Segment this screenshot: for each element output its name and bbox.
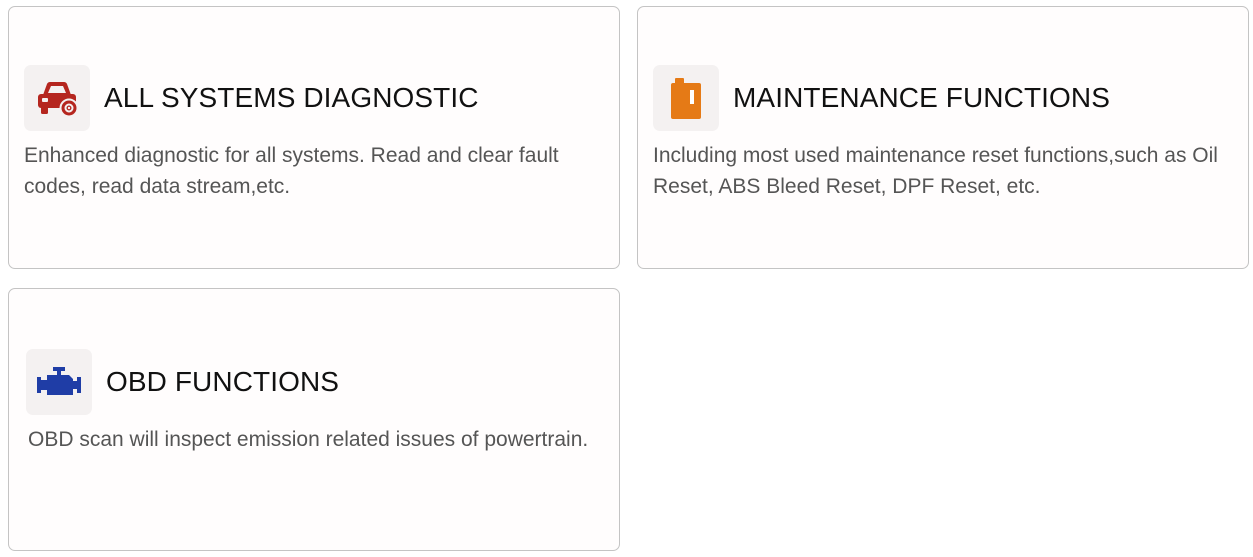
obd-functions-card[interactable]: OBD FUNCTIONS OBD scan will inspect emis… <box>8 288 620 551</box>
card-title: ALL SYSTEMS DIAGNOSTIC <box>104 82 479 113</box>
all-systems-diagnostic-card[interactable]: ALL SYSTEMS DIAGNOSTIC Enhanced diagnost… <box>8 6 620 269</box>
card-title: OBD FUNCTIONS <box>106 366 340 397</box>
card-description: Including most used maintenance reset fu… <box>653 144 1218 198</box>
engine-icon <box>26 349 92 415</box>
card-header: MAINTENANCE FUNCTIONS <box>653 65 1110 131</box>
card-description: OBD scan will inspect emission related i… <box>28 428 589 451</box>
card-header: ALL SYSTEMS DIAGNOSTIC <box>24 65 479 131</box>
maintenance-functions-card[interactable]: MAINTENANCE FUNCTIONS Including most use… <box>637 6 1249 269</box>
oil-can-icon <box>653 65 719 131</box>
card-title: MAINTENANCE FUNCTIONS <box>733 82 1110 113</box>
card-description: Enhanced diagnostic for all systems. Rea… <box>24 144 559 198</box>
card-header: OBD FUNCTIONS <box>26 349 339 415</box>
car-diagnostic-icon <box>24 65 90 131</box>
